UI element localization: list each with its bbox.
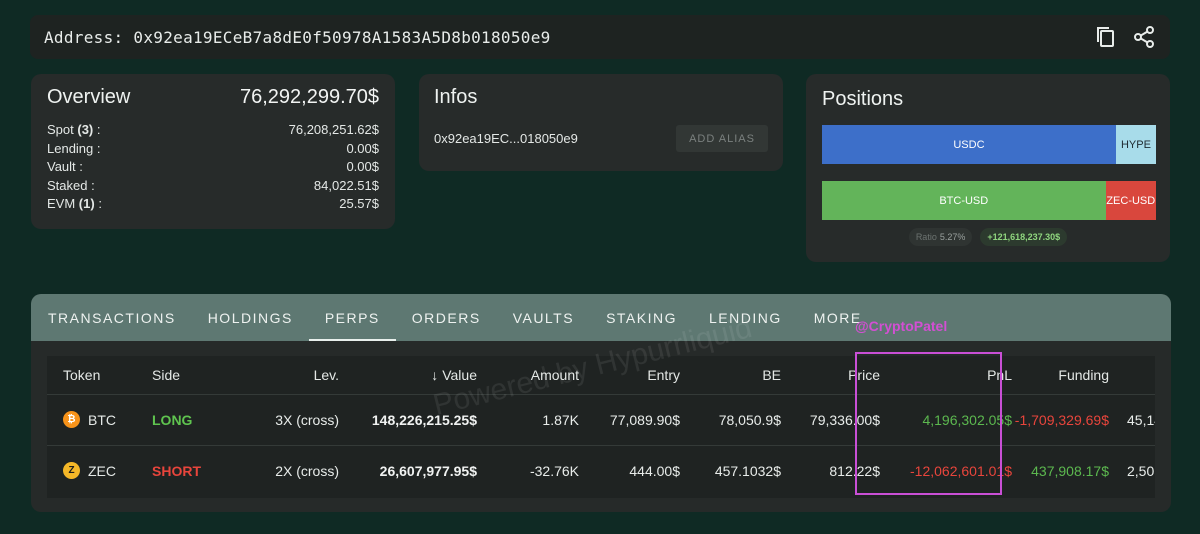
pnl-value: 4,196,302.05$ xyxy=(922,411,1012,428)
overview-row-vault: Vault :0.00$ xyxy=(47,159,379,174)
col-entry[interactable]: Entry xyxy=(647,367,680,383)
position-value: 26,607,977.95$ xyxy=(379,462,477,479)
mark-price: 812.22$ xyxy=(829,462,880,479)
btc-usd-segment[interactable]: BTC-USD xyxy=(822,181,1106,220)
tab-staking[interactable]: STAKING xyxy=(590,294,693,341)
amount: 1.87K xyxy=(542,411,579,428)
zec-coin-icon: Z xyxy=(63,462,80,479)
entry-price: 77,089.90$ xyxy=(609,411,680,428)
tab-orders[interactable]: ORDERS xyxy=(396,294,497,341)
overview-total: 76,292,299.70$ xyxy=(239,86,379,108)
col-lev[interactable]: Lev. xyxy=(314,367,339,383)
token-name: BTC xyxy=(88,411,116,428)
truncated-value: 45,14 xyxy=(1127,411,1155,428)
share-icon[interactable] xyxy=(1132,25,1156,49)
table-row[interactable]: ₿ BTC LONG 3X (cross) 148,226,215.25$ 1.8… xyxy=(47,394,1155,444)
positions-card: Positions USDC HYPE BTC-USD ZEC-USD Rati… xyxy=(806,74,1170,262)
side-short: SHORT xyxy=(152,462,201,479)
leverage: 2X (cross) xyxy=(275,462,339,479)
funding-value: 437,908.17$ xyxy=(1031,462,1109,479)
leverage: 3X (cross) xyxy=(275,411,339,428)
add-alias-button[interactable]: ADD ALIAS xyxy=(676,125,768,152)
funding-value: -1,709,329.69$ xyxy=(1014,411,1109,428)
overview-row-spot: Spot (3) : 76,208,251.62$ xyxy=(47,122,379,137)
truncated-value: 2,50 xyxy=(1127,462,1155,479)
col-side[interactable]: Side xyxy=(152,367,180,383)
token-name: ZEC xyxy=(88,462,116,479)
overview-row-lending: Lending :0.00$ xyxy=(47,140,379,156)
table-row[interactable]: Z ZEC SHORT 2X (cross) 26,607,977.95$ -32… xyxy=(47,445,1155,495)
col-amount[interactable]: Amount xyxy=(531,367,579,383)
col-token[interactable]: Token xyxy=(63,367,100,383)
copy-icon[interactable] xyxy=(1094,25,1118,49)
table-header-row: Token Side Lev. ↓ Value Amount Entry BE P… xyxy=(47,356,1155,394)
watermark-handle: @CryptoPatel xyxy=(855,318,948,334)
break-even: 457.1032$ xyxy=(714,462,781,479)
side-long: LONG xyxy=(152,411,193,428)
perp-allocation-bar: BTC-USD ZEC-USD xyxy=(822,181,1156,220)
position-value: 148,226,215.25$ xyxy=(371,411,477,428)
btc-coin-icon: ₿ xyxy=(63,411,80,428)
tab-perps[interactable]: PERPS xyxy=(308,294,396,341)
break-even: 78,050.9$ xyxy=(718,411,781,428)
tabs-card: TRANSACTIONS HOLDINGS PERPS ORDERS VAULT… xyxy=(31,294,1171,512)
hype-segment[interactable]: HYPE xyxy=(1115,125,1156,164)
positions-title: Positions xyxy=(822,88,904,110)
col-be[interactable]: BE xyxy=(762,367,781,383)
total-pnl-badge: +121,618,237.30$ xyxy=(980,228,1068,246)
col-funding[interactable]: Funding xyxy=(1058,367,1109,383)
usdc-segment[interactable]: USDC xyxy=(822,125,1116,164)
perps-table: Token Side Lev. ↓ Value Amount Entry BE P… xyxy=(47,356,1155,498)
col-pnl[interactable]: PnL xyxy=(987,367,1012,383)
short-address: 0x92ea19EC...018050e9 xyxy=(434,131,578,146)
zec-usd-segment[interactable]: ZEC-USD xyxy=(1105,181,1156,220)
ratio-badge: Ratio 5.27% xyxy=(908,228,973,246)
col-value[interactable]: ↓ Value xyxy=(431,367,477,383)
overview-card: Overview 76,292,299.70$ Spot (3) : 76,20… xyxy=(31,74,395,229)
entry-price: 444.00$ xyxy=(629,462,680,479)
col-price[interactable]: Price xyxy=(848,367,880,383)
address-bar: Address: 0x92ea19ECeB7a8dE0f50978A1583A5… xyxy=(30,15,1170,59)
tab-vaults[interactable]: VAULTS xyxy=(497,294,590,341)
tab-lending[interactable]: LENDING xyxy=(693,294,798,341)
sort-down-icon: ↓ xyxy=(431,367,439,383)
infos-card: Infos 0x92ea19EC...018050e9 ADD ALIAS xyxy=(419,74,783,171)
infos-title: Infos xyxy=(434,86,478,108)
mark-price: 79,336.00$ xyxy=(809,411,880,428)
overview-row-staked: Staked :84,022.51$ xyxy=(47,177,379,193)
spot-allocation-bar: USDC HYPE xyxy=(822,125,1156,164)
amount: -32.76K xyxy=(529,462,579,479)
tab-transactions[interactable]: TRANSACTIONS xyxy=(32,294,192,341)
pnl-value: -12,062,601.01$ xyxy=(910,462,1012,479)
tab-holdings[interactable]: HOLDINGS xyxy=(192,294,309,341)
overview-row-evm: EVM (1) : 25.57$ xyxy=(47,196,379,211)
tab-bar: TRANSACTIONS HOLDINGS PERPS ORDERS VAULT… xyxy=(31,294,1171,341)
overview-title: Overview xyxy=(47,86,131,108)
address-text: Address: 0x92ea19ECeB7a8dE0f50978A1583A5… xyxy=(44,27,551,47)
